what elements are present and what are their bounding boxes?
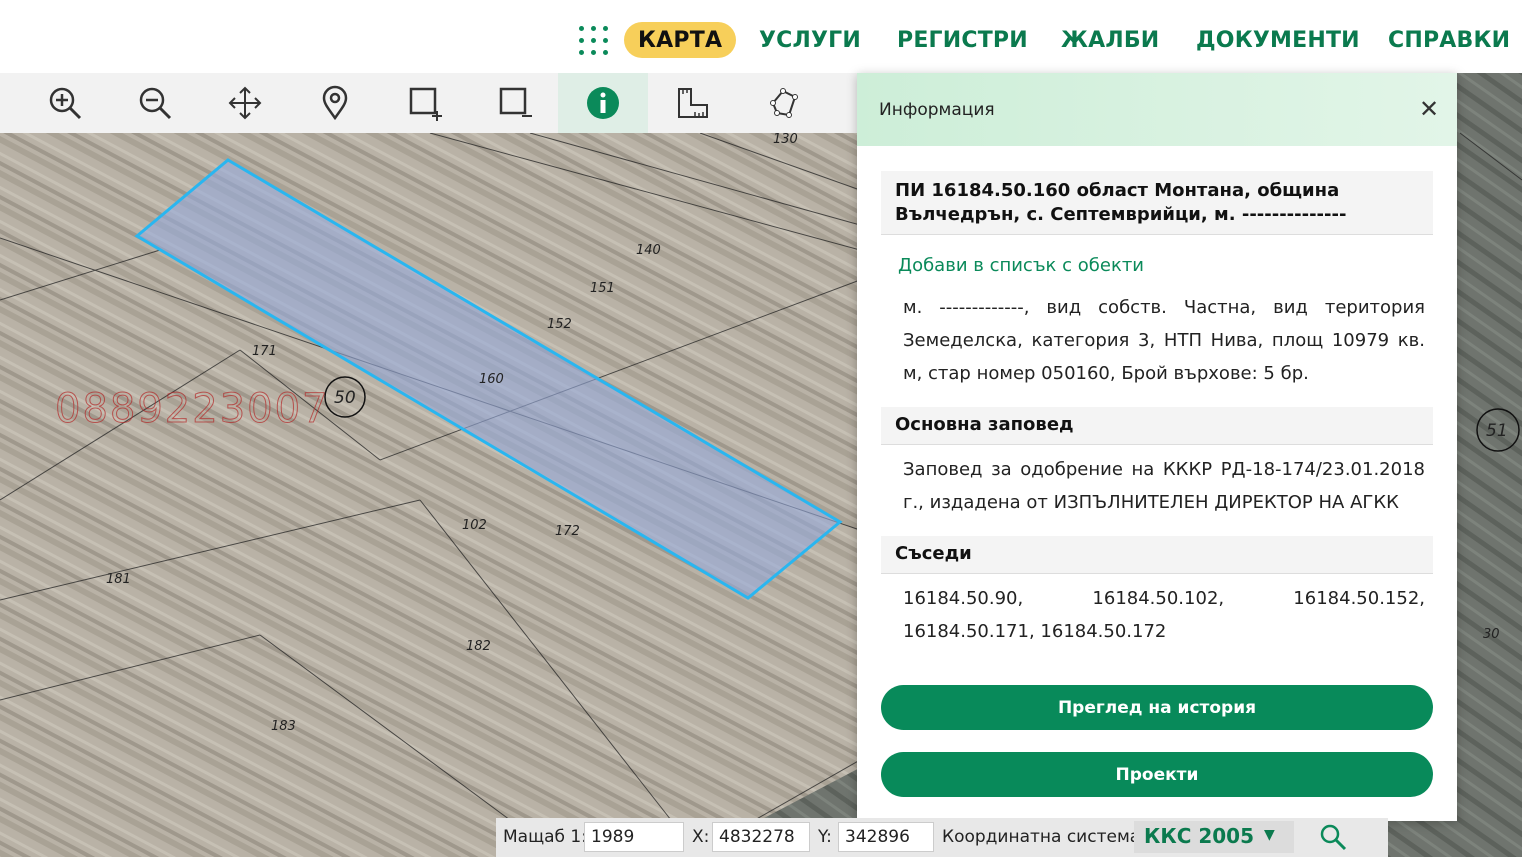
- map-label: 171: [252, 344, 277, 359]
- info-panel-title: Информация: [879, 100, 995, 120]
- parcel-title: ПИ 16184.50.160 област Монтана, община В…: [881, 171, 1433, 235]
- map-toolbar: [0, 73, 860, 133]
- chevron-down-icon[interactable]: ▼: [1264, 827, 1275, 843]
- y-label: Y:: [818, 827, 832, 847]
- select-remove-icon: [499, 87, 532, 117]
- map-label: 182: [466, 639, 491, 654]
- close-icon[interactable]: ✕: [1415, 95, 1443, 123]
- info-panel: Информация ✕ ПИ 16184.50.160 област Монт…: [857, 73, 1457, 821]
- map-label: 51: [1486, 421, 1508, 441]
- nav-item-services[interactable]: УСЛУГИ: [759, 22, 861, 58]
- info-icon: [587, 87, 619, 119]
- map-label: 140: [636, 243, 661, 258]
- nav-item-map[interactable]: КАРТА: [624, 22, 737, 58]
- map-label: 181: [106, 572, 131, 587]
- neighbors-text: 16184.50.90, 16184.50.102, 16184.50.152,…: [903, 588, 1425, 642]
- polygon-icon: [770, 88, 798, 118]
- info-button[interactable]: [558, 73, 648, 133]
- pan-icon: [228, 86, 262, 120]
- crs-label: Координатна система:: [942, 827, 1146, 847]
- history-button[interactable]: Преглед на история: [881, 685, 1433, 730]
- search-icon[interactable]: [1318, 822, 1348, 852]
- location-button[interactable]: [290, 73, 380, 133]
- watermark-phone: 0889223007: [55, 386, 330, 433]
- pan-button[interactable]: [200, 73, 290, 133]
- scale-input[interactable]: 1989: [584, 822, 684, 852]
- nav-item-reports[interactable]: СПРАВКИ: [1388, 22, 1510, 58]
- nav-item-complaints[interactable]: ЖАЛБИ: [1061, 22, 1159, 58]
- map-label: 130: [773, 132, 798, 147]
- zoom-out-button[interactable]: [110, 73, 200, 133]
- zoom-out-icon: [139, 87, 172, 120]
- order-heading: Основна заповед: [881, 407, 1433, 445]
- location-pin-icon: [322, 85, 348, 121]
- map-label: 151: [590, 281, 615, 296]
- order-text: Заповед за одобрение на КККР РД-18-174/2…: [903, 459, 1425, 513]
- map-label: 172: [555, 524, 580, 539]
- y-coordinate-input[interactable]: 342896: [838, 822, 934, 852]
- parcel-description: м. -------------, вид собств. Частна, ви…: [903, 297, 1425, 384]
- map-label: 160: [479, 372, 504, 387]
- select-add-icon: [409, 87, 442, 121]
- info-panel-header: Информация ✕: [857, 73, 1457, 146]
- map-label: 50: [334, 388, 356, 408]
- projects-button[interactable]: Проекти: [881, 752, 1433, 797]
- top-navigation: КАРТА УСЛУГИ РЕГИСТРИ ЖАЛБИ ДОКУМЕНТИ СП…: [0, 0, 1522, 73]
- x-coordinate-input[interactable]: 4832278: [712, 822, 810, 852]
- map-label: 183: [271, 719, 296, 734]
- neighbors-heading: Съседи: [881, 536, 1433, 574]
- nav-item-registers[interactable]: РЕГИСТРИ: [897, 22, 1028, 58]
- map-label: 30: [1483, 627, 1500, 642]
- zoom-in-button[interactable]: [20, 73, 110, 133]
- select-add-button[interactable]: [380, 73, 470, 133]
- zoom-in-icon: [49, 87, 82, 120]
- nav-item-documents[interactable]: ДОКУМЕНТИ: [1196, 22, 1360, 58]
- add-to-list-link[interactable]: Добави в списък с обекти: [898, 255, 1144, 276]
- map-label: 152: [547, 317, 572, 332]
- measure-button[interactable]: [648, 73, 738, 133]
- status-bar: Мащаб 1: 1989 X: 4832278 Y: 342896 Коорд…: [496, 818, 1388, 857]
- select-remove-button[interactable]: [470, 73, 560, 133]
- map-label: 102: [462, 518, 487, 533]
- apps-grid-icon[interactable]: [577, 24, 611, 58]
- polygon-button[interactable]: [738, 73, 828, 133]
- x-label: X:: [692, 827, 710, 847]
- measure-icon: [678, 88, 708, 118]
- scale-label: Мащаб 1:: [503, 827, 587, 847]
